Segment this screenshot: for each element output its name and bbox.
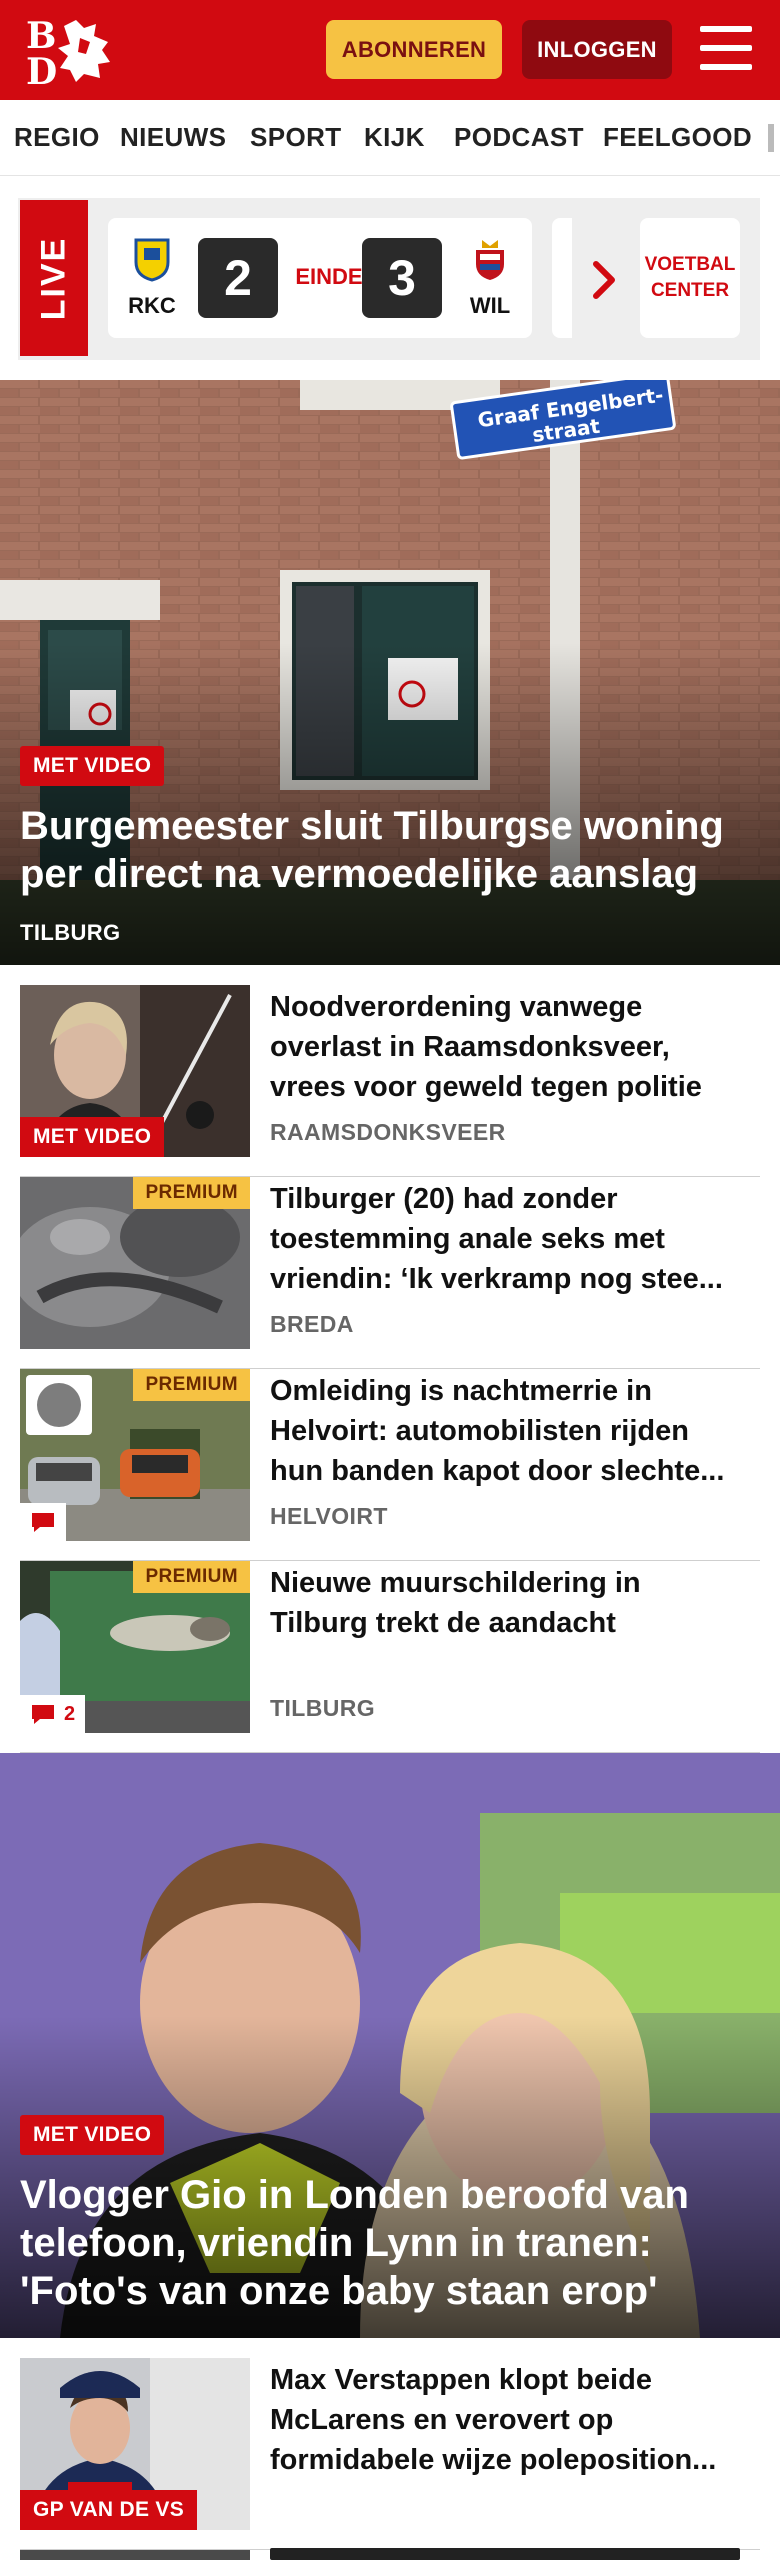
lead-story[interactable]: MET VIDEO Vlogger Gio in Londen beroofd …: [0, 1753, 780, 2338]
premium-badge: PREMIUM: [133, 1369, 250, 1401]
list-item-title[interactable]: Max Verstappen klopt beide McLarens en v…: [270, 2360, 740, 2480]
comments-badge[interactable]: [20, 1503, 66, 1541]
list-item-location: HELVOIRT: [270, 1503, 388, 1529]
list-item-title[interactable]: Omleiding is nachtmerrie in Helvoirt: au…: [270, 1371, 740, 1491]
list-item[interactable]: PREMIUM Tilburger (20) had zonder toeste…: [20, 1177, 760, 1369]
next-match-card-edge[interactable]: [552, 218, 572, 338]
match-status: EINDE: [295, 264, 363, 289]
list-item[interactable]: MET VIDEO Noodverordening vanwege overla…: [20, 985, 760, 1177]
lead-story-title[interactable]: Vlogger Gio in Londen beroofd van telefo…: [20, 2171, 760, 2315]
list-item-thumbnail: GP VAN DE VS: [20, 2358, 250, 2530]
list-item-thumbnail: MET VIDEO: [20, 985, 250, 1157]
next-item-title-peek: [270, 2548, 740, 2560]
live-score-strip: LIVE RKC 2 EINDE 3 WIL VOETBAL CENTER: [18, 198, 760, 360]
list-item-thumbnail: PREMIUM: [20, 1369, 250, 1541]
premium-badge: PREMIUM: [133, 1177, 250, 1209]
lead-story-location: TILBURG: [20, 920, 121, 945]
video-badge: MET VIDEO: [20, 746, 165, 786]
subscribe-button[interactable]: ABONNEREN: [326, 20, 502, 79]
comment-icon: [32, 1513, 54, 1532]
list-item-thumbnail: PREMIUM 2: [20, 1561, 250, 1733]
menu-icon[interactable]: [700, 24, 752, 72]
list-item-thumbnail: PREMIUM: [20, 1177, 250, 1349]
rkc-crest-icon: [134, 238, 170, 282]
home-team: RKC: [122, 238, 182, 319]
list-item-location: RAAMSDONKSVEER: [270, 1119, 506, 1145]
voetbal-center-link[interactable]: VOETBAL CENTER: [640, 218, 740, 338]
video-badge: MET VIDEO: [20, 1117, 165, 1157]
section-nav: REGIO NIEUWS SPORT KIJK PODCAST FEELGOOD: [0, 100, 780, 176]
home-team-name: RKC: [128, 293, 176, 318]
login-button[interactable]: INLOGGEN: [522, 20, 672, 79]
nav-item-kijk[interactable]: KIJK: [364, 122, 425, 153]
list-item-title[interactable]: Nieuwe muurschildering in Tilburg trekt …: [270, 1563, 740, 1683]
list-item[interactable]: PREMIUM Omleiding is nachtmerrie in Helv…: [20, 1369, 760, 1561]
gp-badge: GP VAN DE VS: [20, 2490, 198, 2530]
top-bar: B D ABONNEREN INLOGGEN: [0, 0, 780, 100]
list-item[interactable]: PREMIUM 2 Nieuwe muurschildering in Tilb…: [20, 1561, 760, 1753]
list-item-title[interactable]: Noodverordening vanwege overlast in Raam…: [270, 987, 740, 1107]
premium-badge: PREMIUM: [133, 1561, 250, 1593]
home-score: 2: [198, 238, 278, 318]
voetbal-center-line1: VOETBAL: [644, 254, 736, 275]
willem-ii-crest-icon: [476, 240, 504, 280]
away-team-name: WIL: [469, 293, 511, 318]
nav-overflow-edge: [768, 124, 774, 152]
list-item-location: BREDA: [270, 1311, 354, 1337]
voetbal-center-line2: CENTER: [650, 280, 730, 301]
match-card[interactable]: RKC 2 EINDE 3 WIL: [108, 218, 532, 338]
away-score: 3: [362, 238, 442, 318]
nav-item-sport[interactable]: SPORT: [250, 122, 342, 153]
live-label: LIVE: [20, 200, 88, 356]
svg-text:D: D: [26, 51, 57, 86]
lead-story-title[interactable]: Burgemeester sluit Tilburgse woning per …: [20, 802, 760, 898]
nav-item-podcast[interactable]: PODCAST: [454, 122, 584, 153]
lead-story[interactable]: Graaf Engelbert- straat MET VIDEO Burgem…: [0, 380, 780, 965]
comment-icon: [32, 1705, 54, 1724]
bd-logo[interactable]: B D: [24, 14, 124, 86]
nav-item-regio[interactable]: REGIO: [14, 122, 100, 153]
list-item[interactable]: GP VAN DE VS Max Verstappen klopt beide …: [20, 2358, 760, 2550]
video-badge: MET VIDEO: [20, 2115, 165, 2155]
comments-badge[interactable]: 2: [20, 1695, 86, 1733]
nav-item-nieuws[interactable]: NIEUWS: [120, 122, 226, 153]
nav-item-feelgood[interactable]: FEELGOOD: [603, 122, 752, 153]
list-item-location: TILBURG: [270, 1695, 376, 1721]
away-team: WIL: [460, 238, 520, 319]
chevron-right-icon[interactable]: [590, 258, 620, 302]
next-item-thumbnail-peek: [20, 2550, 250, 2560]
list-item-title[interactable]: Tilburger (20) had zonder toestemming an…: [270, 1179, 740, 1299]
comment-count: 2: [64, 1702, 76, 1725]
